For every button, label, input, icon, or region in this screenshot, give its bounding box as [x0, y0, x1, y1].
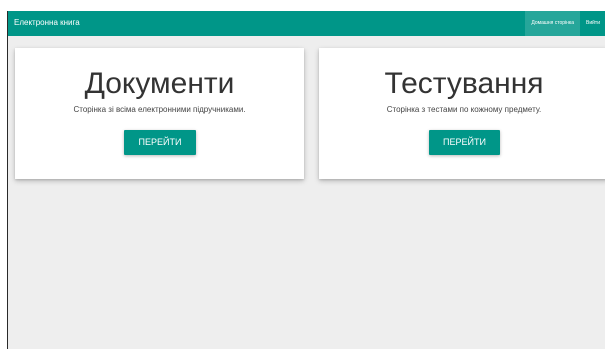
documents-card: Документи Сторінка зі всіма електронними…	[15, 48, 304, 179]
brand-title[interactable]: Електронна книга	[14, 18, 80, 28]
top-navbar: Електронна книга Домашня сторінка Вийти	[8, 11, 605, 36]
nav-links: Домашня сторінка Вийти	[525, 11, 605, 36]
documents-card-title: Документи	[84, 67, 235, 100]
documents-go-button[interactable]: ПЕРЕЙТИ	[124, 130, 196, 155]
nav-link-home[interactable]: Домашня сторінка	[525, 11, 580, 36]
nav-link-logout[interactable]: Вийти	[580, 11, 605, 36]
documents-card-description: Сторінка зі всіма електронними підручник…	[73, 105, 246, 114]
testing-card-title: Тестування	[384, 67, 544, 100]
testing-card-description: Сторінка з тестами по кожному предмету.	[386, 105, 542, 114]
app-window: Електронна книга Домашня сторінка Вийти …	[7, 11, 605, 349]
testing-card: Тестування Сторінка з тестами по кожному…	[319, 48, 605, 179]
testing-go-button[interactable]: ПЕРЕЙТИ	[429, 130, 500, 155]
